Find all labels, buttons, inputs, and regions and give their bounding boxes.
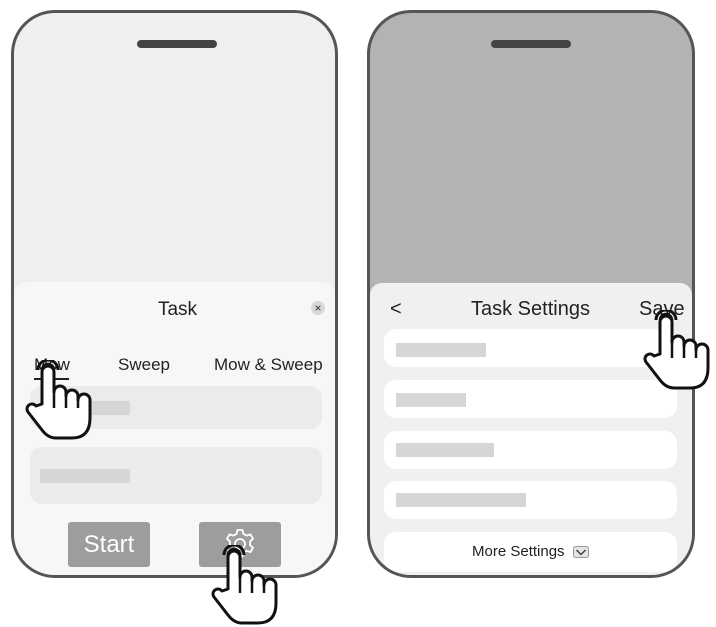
setting-row[interactable] xyxy=(384,431,677,469)
sheet-title: Task xyxy=(157,299,198,320)
tap-hand-icon xyxy=(25,360,92,440)
more-settings-button[interactable]: More Settings xyxy=(384,532,677,572)
task-option-row[interactable] xyxy=(30,447,322,504)
more-settings-label: More Settings xyxy=(472,543,565,560)
setting-row[interactable] xyxy=(384,380,677,418)
tab-mow-and-sweep[interactable]: Mow & Sweep xyxy=(214,355,323,375)
tap-hand-icon xyxy=(643,310,710,390)
placeholder-text xyxy=(396,493,526,507)
placeholder-text xyxy=(40,469,130,483)
chevron-down-icon xyxy=(573,545,589,558)
tab-sweep[interactable]: Sweep xyxy=(118,355,170,375)
tap-hand-icon xyxy=(211,545,278,625)
placeholder-text xyxy=(396,393,466,407)
close-icon: × xyxy=(314,301,322,315)
setting-row[interactable] xyxy=(384,481,677,519)
page-title: Task Settings xyxy=(471,298,590,320)
phone-speaker-notch xyxy=(137,40,217,48)
close-button[interactable]: × xyxy=(311,301,325,315)
start-button-label: Start xyxy=(83,531,135,558)
placeholder-text xyxy=(396,343,486,357)
start-button[interactable]: Start xyxy=(68,522,150,567)
phone-speaker-notch xyxy=(491,40,571,48)
placeholder-text xyxy=(396,443,494,457)
left-phone: Task × Mow Sweep Mow & Sweep Start xyxy=(11,10,338,578)
right-phone: < Task Settings Save More Settings xyxy=(367,10,695,578)
setting-row[interactable] xyxy=(384,329,677,367)
back-button[interactable]: < xyxy=(390,298,402,321)
